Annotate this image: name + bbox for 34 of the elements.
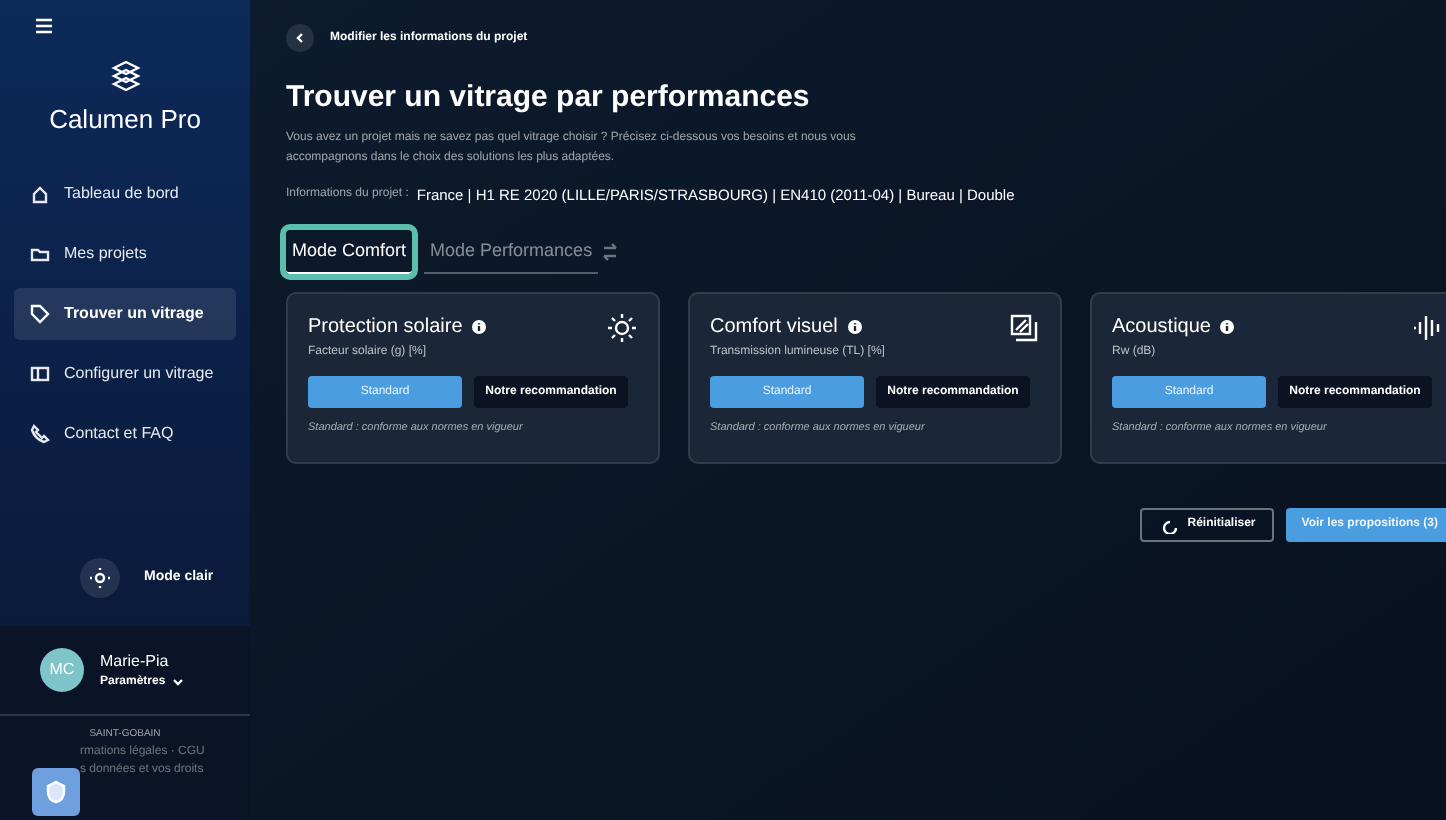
chevron-left-icon <box>294 32 306 44</box>
card-title: Comfort visuel <box>710 314 838 343</box>
panel-icon <box>30 363 50 383</box>
home-icon <box>30 183 50 203</box>
shield-badge[interactable] <box>32 768 80 816</box>
page-title: Trouver un vitrage par performances <box>286 78 812 118</box>
avatar: MC <box>40 648 84 692</box>
info-icon[interactable] <box>1220 320 1235 335</box>
nav-item[interactable]: Tableau de bord <box>14 167 236 219</box>
theme-toggle[interactable] <box>80 558 120 598</box>
brand-name: Calumen Pro <box>47 102 203 138</box>
back-button[interactable] <box>286 24 314 52</box>
shield-icon <box>44 780 68 804</box>
card-title: Acoustique <box>1112 314 1211 343</box>
info-icon[interactable] <box>472 320 487 335</box>
tag-icon <box>30 303 50 323</box>
menu-icon[interactable] <box>34 16 54 36</box>
user-name: Marie-Pia <box>100 649 171 673</box>
sun-icon <box>606 312 638 345</box>
refresh-icon <box>1157 517 1178 534</box>
nav-item[interactable]: Mes projets <box>14 227 236 279</box>
swap-icon <box>602 242 619 262</box>
folder-icon <box>30 243 50 263</box>
info-icon[interactable] <box>847 320 862 335</box>
nav-item[interactable]: Configurer un vitrage <box>14 347 236 399</box>
nav-item[interactable]: Trouver un vitrage <box>14 287 236 339</box>
tab[interactable]: Mode Comfort <box>286 229 413 275</box>
chevron-down-icon <box>171 676 184 688</box>
card-title: Protection solaire <box>308 314 463 343</box>
phone-icon <box>30 423 50 443</box>
tab[interactable]: Mode Performances <box>424 229 599 275</box>
sun-icon <box>90 568 110 588</box>
glass-panes-icon <box>1008 312 1040 345</box>
nav-item[interactable]: Contact et FAQ <box>14 407 236 459</box>
